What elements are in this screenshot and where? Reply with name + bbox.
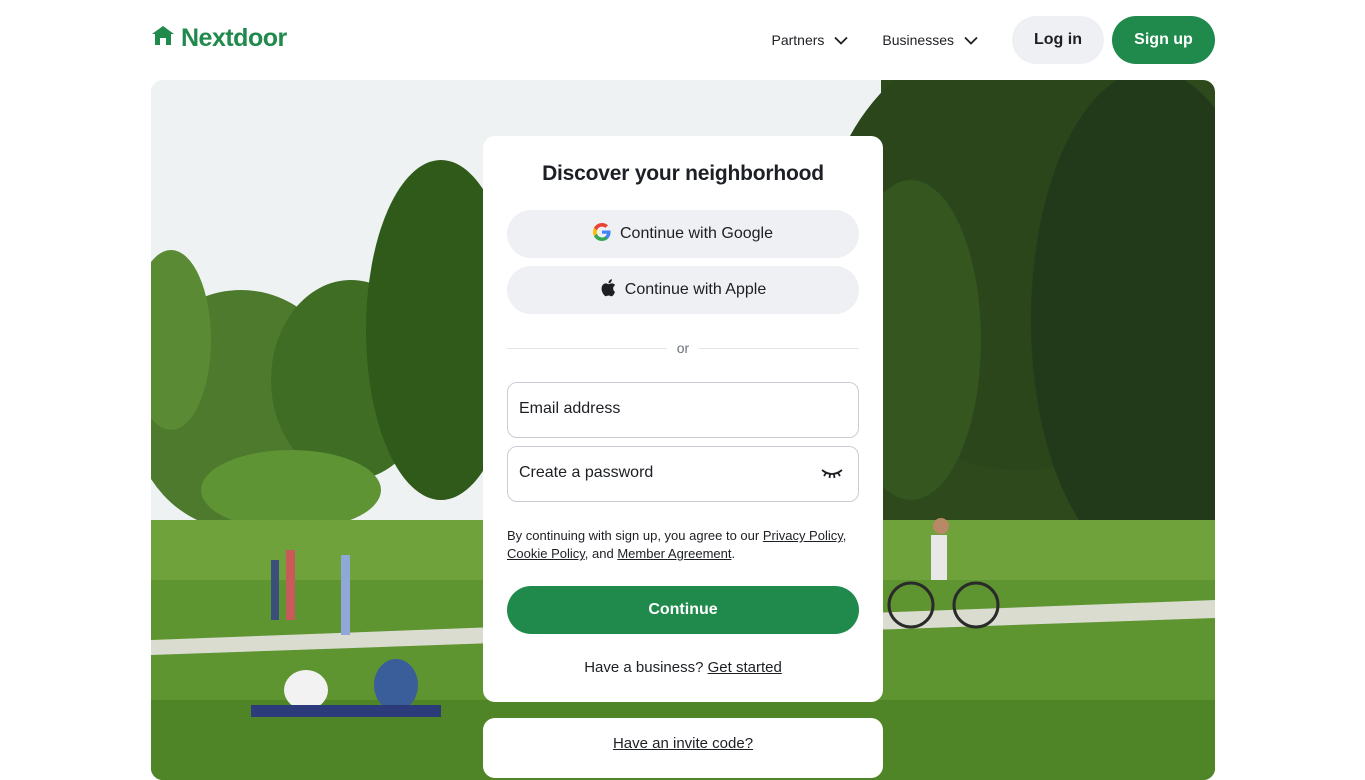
house-icon xyxy=(151,25,175,52)
or-divider: or xyxy=(507,340,859,358)
legal-separator: , xyxy=(842,528,847,543)
google-label: Continue with Google xyxy=(620,225,773,242)
businesses-menu[interactable]: Businesses xyxy=(882,32,978,48)
google-icon xyxy=(593,222,611,246)
continue-with-google-button[interactable]: Continue with Google xyxy=(507,210,859,258)
signup-button[interactable]: Sign up xyxy=(1112,16,1215,64)
invite-section: Have an invite code? xyxy=(483,735,883,752)
partners-label: Partners xyxy=(771,32,825,48)
continue-button[interactable]: Continue xyxy=(507,586,859,634)
signup-title: Discover your neighborhood xyxy=(542,162,824,185)
chevron-down-icon xyxy=(834,32,849,48)
email-field[interactable] xyxy=(507,382,859,438)
business-prompt: Have a business? Get started xyxy=(483,659,883,676)
top-header: Nextdoor Partners Businesses Log in Sign… xyxy=(0,0,1365,80)
privacy-policy-link[interactable]: Privacy Policy xyxy=(763,528,843,543)
brand-name: Nextdoor xyxy=(181,24,287,52)
top-nav: Partners Businesses Log in Sign up xyxy=(771,16,1215,64)
cookie-policy-link[interactable]: Cookie Policy xyxy=(507,546,585,561)
member-agreement-link[interactable]: Member Agreement xyxy=(617,546,731,561)
legal-separator: , and xyxy=(584,546,618,561)
continue-with-apple-button[interactable]: Continue with Apple xyxy=(507,266,859,314)
businesses-label: Businesses xyxy=(882,32,954,48)
eye-closed-icon[interactable] xyxy=(820,464,844,487)
or-text: or xyxy=(676,340,690,356)
legal-notice: By continuing with sign up, you agree to… xyxy=(507,527,859,563)
login-button[interactable]: Log in xyxy=(1012,16,1104,64)
invite-code-link[interactable]: Have an invite code? xyxy=(613,735,753,752)
apple-icon xyxy=(600,278,616,302)
legal-prefix: By continuing with sign up, you agree to… xyxy=(507,528,763,543)
partners-menu[interactable]: Partners xyxy=(771,32,849,48)
get-started-link[interactable]: Get started xyxy=(708,659,782,676)
business-prompt-text: Have a business? xyxy=(584,659,708,676)
password-input[interactable] xyxy=(508,447,810,499)
legal-suffix: . xyxy=(731,546,736,561)
nextdoor-logo[interactable]: Nextdoor xyxy=(151,24,287,53)
email-input[interactable] xyxy=(508,383,810,435)
apple-label: Continue with Apple xyxy=(624,281,767,298)
chevron-down-icon xyxy=(964,32,978,48)
password-field[interactable] xyxy=(507,446,859,502)
